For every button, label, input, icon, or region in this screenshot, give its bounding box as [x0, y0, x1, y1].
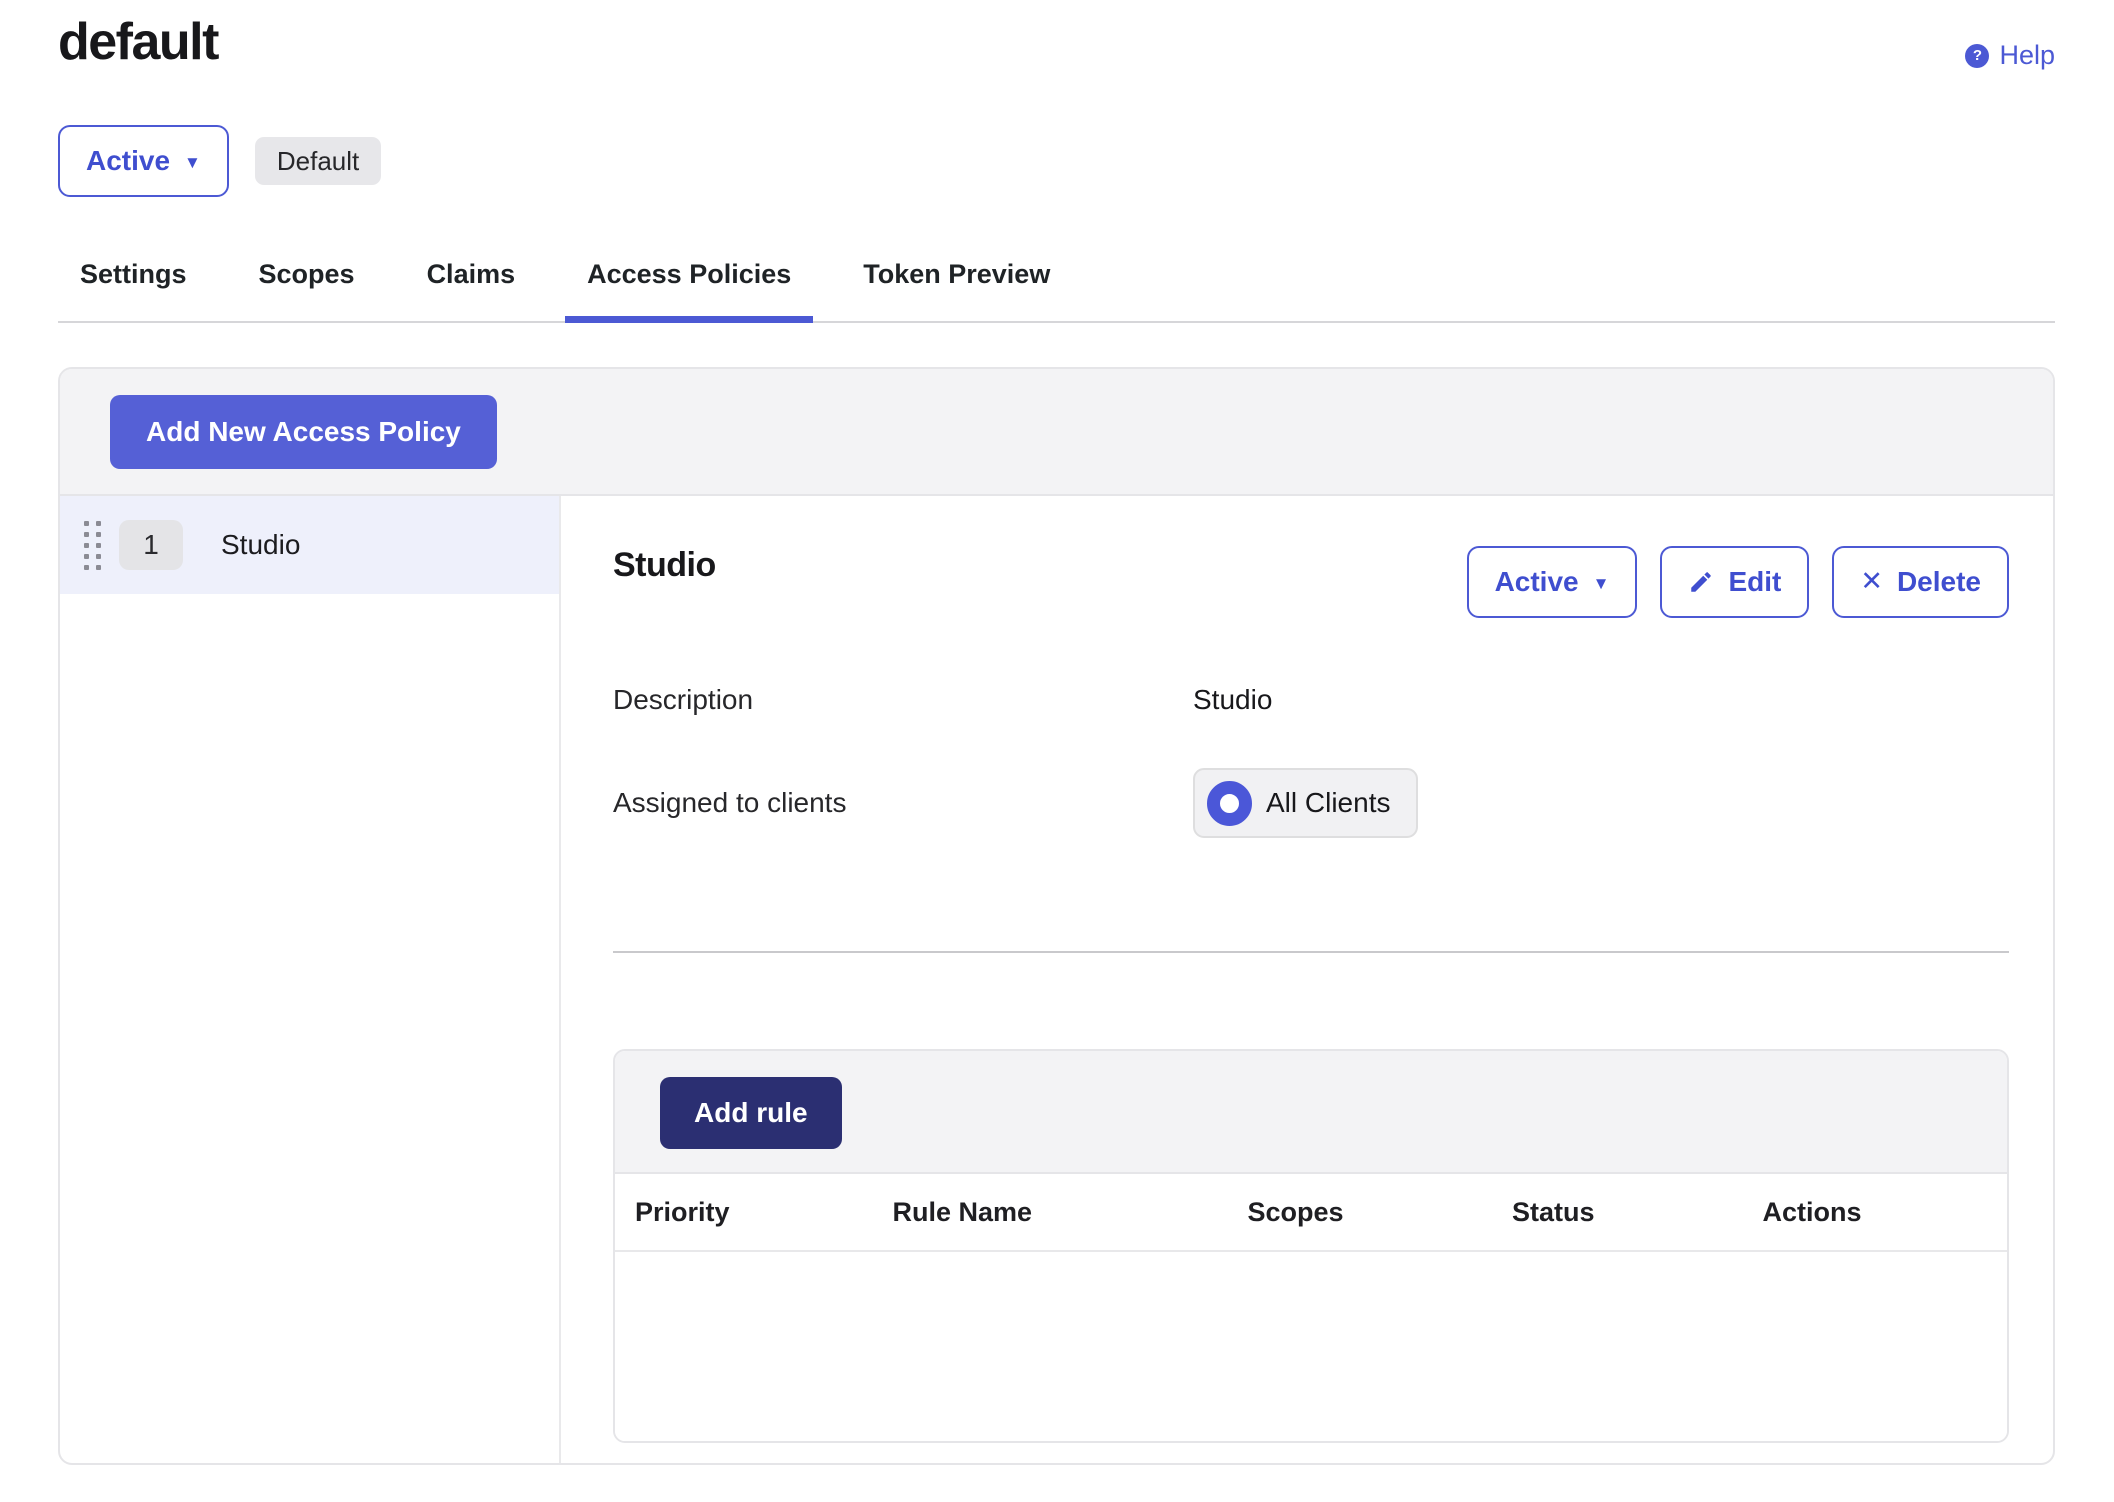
tab-bar: Settings Scopes Claims Access Policies T… — [58, 259, 2055, 323]
tab-scopes[interactable]: Scopes — [237, 259, 377, 323]
rules-table-empty-body — [615, 1251, 2007, 1441]
detail-header: Studio Active ▼ Edit — [613, 546, 2009, 618]
default-badge: Default — [255, 137, 381, 186]
panel-body: 1 Studio Studio Active ▼ — [60, 496, 2053, 1463]
policy-list-item-studio[interactable]: 1 Studio — [60, 496, 559, 594]
section-divider — [613, 951, 2009, 953]
pencil-icon — [1688, 569, 1714, 595]
column-header-scopes: Scopes — [1227, 1174, 1491, 1251]
policy-detail-title: Studio — [613, 546, 716, 585]
rules-panel: Add rule Priority Rule Name Scopes Statu… — [613, 1049, 2009, 1443]
policy-order-badge: 1 — [119, 520, 183, 570]
tab-access-policies[interactable]: Access Policies — [565, 259, 813, 323]
policy-status-label: Active — [1495, 566, 1579, 598]
drag-handle-icon[interactable] — [80, 517, 105, 574]
page-title: default — [58, 14, 218, 71]
access-policies-panel: Add New Access Policy 1 Studio — [58, 367, 2055, 1465]
policy-name: Studio — [221, 529, 300, 561]
description-value: Studio — [1193, 684, 2009, 716]
all-clients-chip[interactable]: All Clients — [1193, 768, 1418, 838]
add-access-policy-button[interactable]: Add New Access Policy — [110, 395, 497, 469]
tab-settings[interactable]: Settings — [58, 259, 209, 323]
policy-list: 1 Studio — [60, 496, 561, 1463]
all-clients-label: All Clients — [1266, 787, 1390, 819]
rules-panel-header: Add rule — [615, 1051, 2007, 1174]
column-header-actions: Actions — [1742, 1174, 2007, 1251]
column-header-rule-name: Rule Name — [873, 1174, 1228, 1251]
edit-button-label: Edit — [1728, 566, 1781, 598]
column-header-status: Status — [1492, 1174, 1743, 1251]
policy-detail: Studio Active ▼ Edit — [561, 496, 2053, 1463]
assigned-clients-label: Assigned to clients — [613, 787, 1193, 819]
status-dropdown[interactable]: Active ▼ — [58, 125, 229, 197]
tab-token-preview[interactable]: Token Preview — [841, 259, 1072, 323]
help-icon: ? — [1965, 44, 1989, 68]
chevron-down-icon: ▼ — [1593, 575, 1610, 592]
panel-header: Add New Access Policy — [60, 369, 2053, 496]
rules-table-header-row: Priority Rule Name Scopes Status Actions — [615, 1174, 2007, 1251]
topbar: default ? Help — [58, 14, 2055, 71]
status-row: Active ▼ Default — [58, 125, 2055, 197]
help-link[interactable]: ? Help — [1965, 40, 2055, 71]
tab-claims[interactable]: Claims — [405, 259, 538, 323]
detail-actions: Active ▼ Edit ✕ Delete — [1467, 546, 2009, 618]
detail-fields: Description Studio Assigned to clients A… — [613, 684, 2009, 838]
radio-selected-icon — [1207, 781, 1252, 826]
delete-button-label: Delete — [1897, 566, 1981, 598]
add-rule-button[interactable]: Add rule — [660, 1077, 842, 1149]
edit-policy-button[interactable]: Edit — [1660, 546, 1809, 618]
status-dropdown-label: Active — [86, 145, 170, 177]
access-policies-page: default ? Help Active ▼ Default Settings… — [0, 0, 2114, 1502]
x-icon: ✕ — [1860, 568, 1883, 595]
assigned-clients-row: Assigned to clients All Clients — [613, 768, 2009, 838]
description-row: Description Studio — [613, 684, 2009, 716]
description-label: Description — [613, 684, 1193, 716]
delete-policy-button[interactable]: ✕ Delete — [1832, 546, 2009, 618]
policy-status-dropdown[interactable]: Active ▼ — [1467, 546, 1638, 618]
chevron-down-icon: ▼ — [184, 154, 201, 171]
help-label: Help — [1999, 40, 2055, 71]
column-header-priority: Priority — [615, 1174, 873, 1251]
rules-table: Priority Rule Name Scopes Status Actions — [615, 1174, 2007, 1441]
